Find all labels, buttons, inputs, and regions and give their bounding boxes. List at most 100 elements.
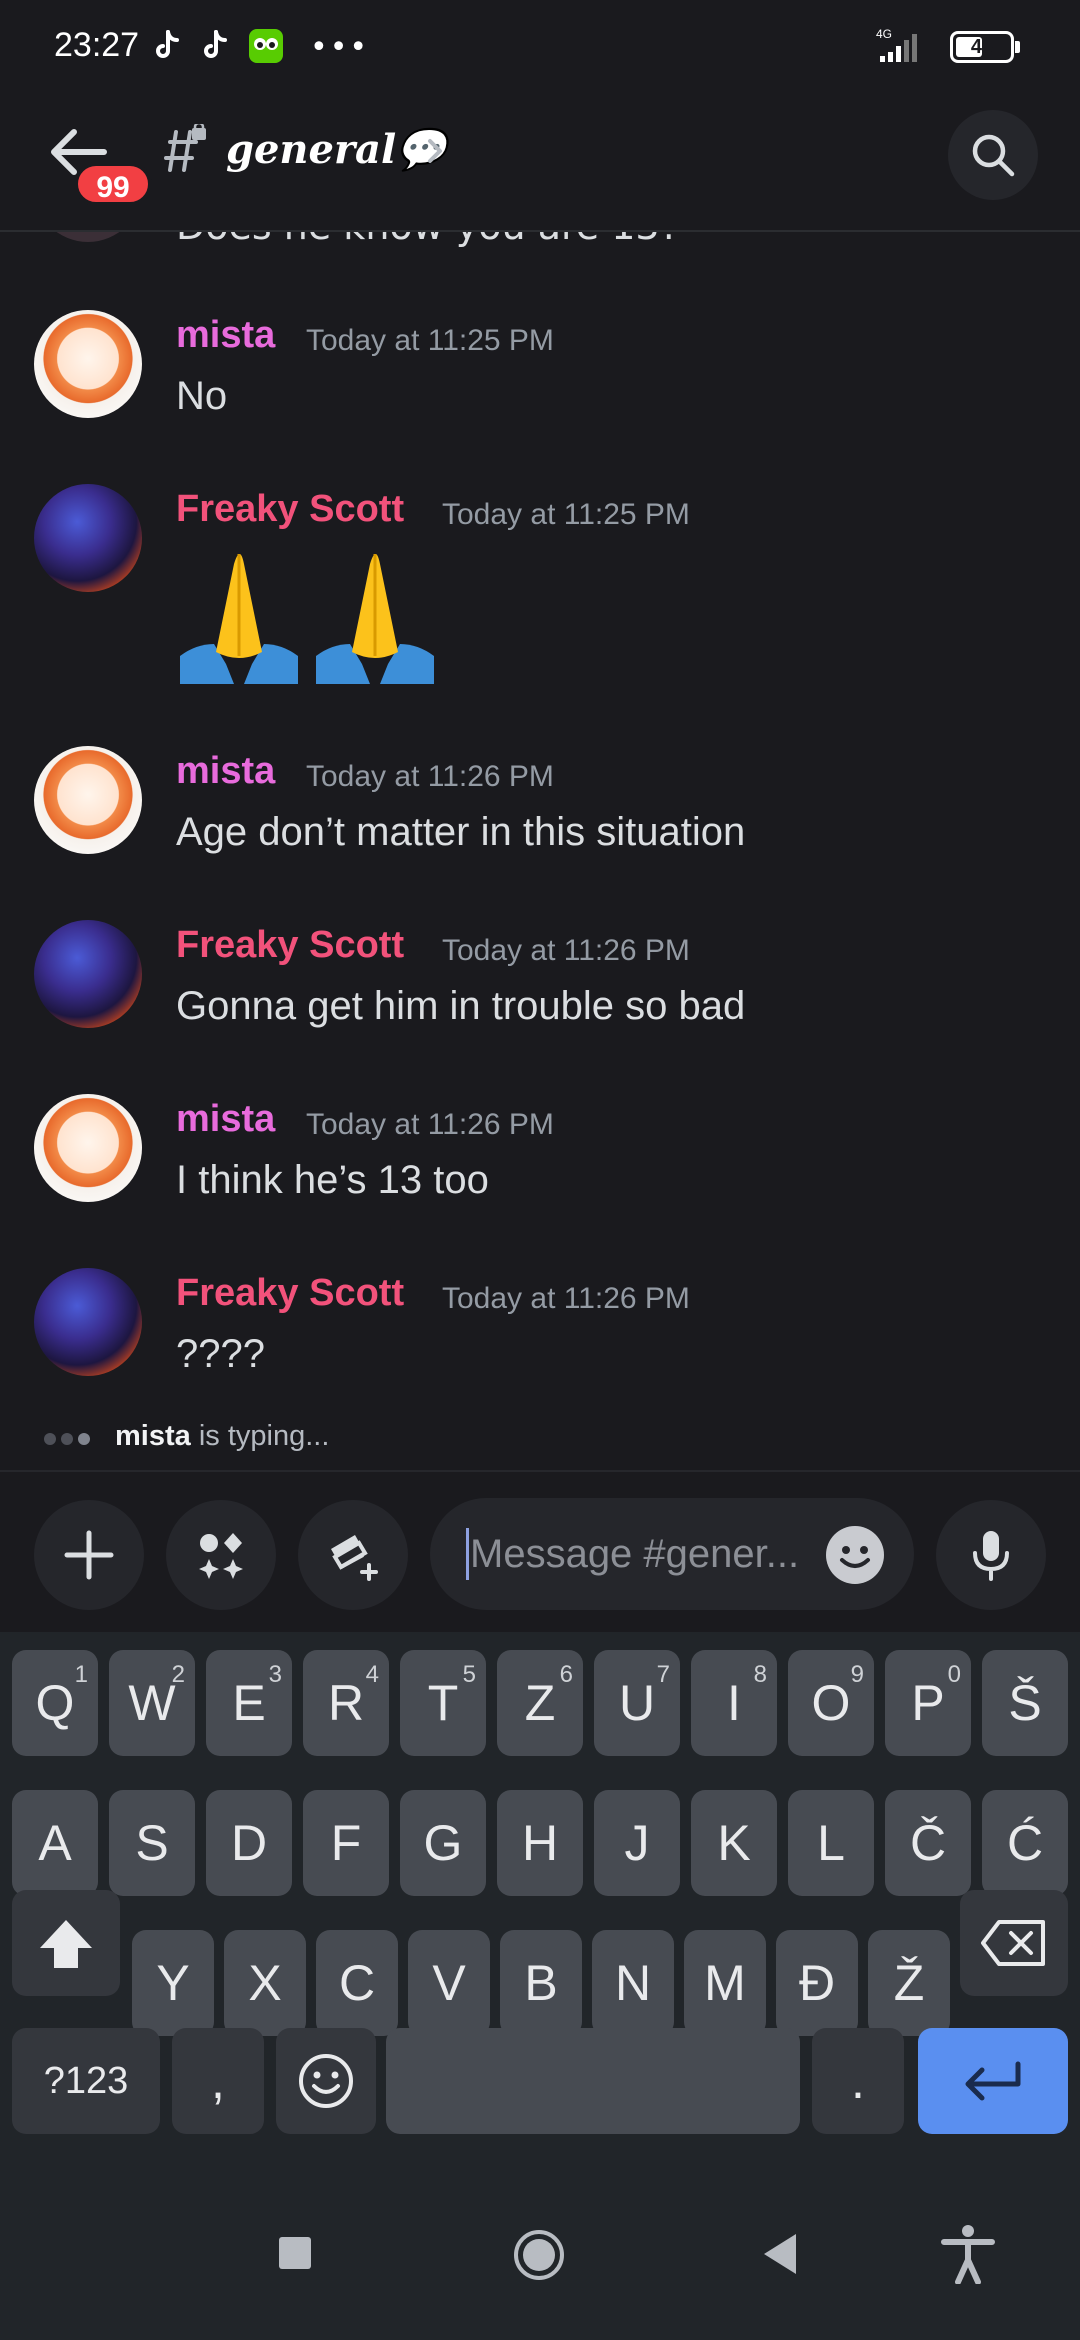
key-j[interactable]: J <box>594 1790 680 1896</box>
message-timestamp: Today at 11:26 PM <box>442 1282 690 1315</box>
key-d[interactable]: D <box>206 1790 292 1896</box>
emoji-button[interactable] <box>826 1526 884 1584</box>
message-timestamp: Today at 11:26 PM <box>306 1108 554 1141</box>
shift-key[interactable] <box>12 1890 120 1996</box>
key-ž[interactable]: Ž <box>868 1930 950 2036</box>
message-input[interactable]: Message #gener... <box>430 1498 914 1610</box>
message-timestamp: Today at 11:25 PM <box>306 324 554 357</box>
message-timestamp: Today at 11:26 PM <box>306 760 554 793</box>
space-key[interactable] <box>386 2028 800 2134</box>
avatar-freaky-scott[interactable] <box>34 484 142 592</box>
emoji-message <box>176 544 442 684</box>
network-type: 4G <box>876 27 892 41</box>
key-l[interactable]: L <box>788 1790 874 1896</box>
key-u[interactable]: U7 <box>594 1650 680 1756</box>
avatar-mista[interactable] <box>34 310 142 418</box>
key-m[interactable]: M <box>684 1930 766 2036</box>
avatar-mista[interactable] <box>34 1094 142 1202</box>
period-key[interactable]: . <box>812 2028 904 2134</box>
attach-button[interactable] <box>34 1500 144 1610</box>
enter-key[interactable] <box>918 2028 1068 2134</box>
message-text: Does he know you are 13? <box>176 232 680 248</box>
message-author[interactable]: Freaky Scott <box>176 924 404 967</box>
shift-icon <box>40 1920 92 1968</box>
key-z[interactable]: Z6 <box>497 1650 583 1756</box>
key-x[interactable]: X <box>224 1930 306 2036</box>
enter-icon <box>965 2061 1021 2101</box>
gift-button[interactable] <box>298 1500 408 1610</box>
message-placeholder: Message #gener... <box>470 1532 800 1576</box>
key-v[interactable]: V <box>408 1930 490 2036</box>
chevron-right-icon[interactable] <box>424 136 448 166</box>
key-w[interactable]: W2 <box>109 1650 195 1756</box>
key-k[interactable]: K <box>691 1790 777 1896</box>
typing-suffix: is typing... <box>190 1420 330 1452</box>
message-author[interactable]: Freaky Scott <box>176 488 404 531</box>
key-p[interactable]: P0 <box>885 1650 971 1756</box>
emoji-key[interactable] <box>276 2028 376 2134</box>
battery-level: 45 <box>970 36 994 58</box>
key-c[interactable]: C <box>316 1930 398 2036</box>
key-i[interactable]: I8 <box>691 1650 777 1756</box>
avatar-mista[interactable] <box>34 746 142 854</box>
battery-icon: 45 <box>950 31 1014 63</box>
comma-key[interactable]: , <box>172 2028 264 2134</box>
key-ć[interactable]: Ć <box>982 1790 1068 1896</box>
message-timestamp: Today at 11:25 PM <box>442 498 690 531</box>
key-b[interactable]: B <box>500 1930 582 2036</box>
channel-header: 99 general💬 <box>0 96 1080 232</box>
key-y[interactable]: Y <box>132 1930 214 2036</box>
apps-icon <box>199 1533 243 1579</box>
message-author[interactable]: Freaky Scott <box>176 1272 404 1315</box>
accessibility-icon[interactable] <box>940 2224 996 2284</box>
plus-icon <box>64 1530 114 1580</box>
search-button[interactable] <box>948 110 1038 200</box>
voice-button[interactable] <box>936 1500 1046 1610</box>
typing-user: mista <box>115 1420 191 1452</box>
message-text: Gonna get him in trouble so bad <box>176 984 746 1028</box>
gift-icon <box>331 1535 378 1581</box>
key-a[interactable]: A <box>12 1790 98 1896</box>
key-š[interactable]: Š <box>982 1650 1068 1756</box>
key-č[interactable]: Č <box>885 1790 971 1896</box>
tiktok-icon <box>156 30 179 58</box>
key-h[interactable]: H <box>497 1790 583 1896</box>
avatar-freaky-scott[interactable] <box>34 1268 142 1376</box>
channel-name[interactable]: general💬 <box>226 126 446 173</box>
message-author[interactable]: mista <box>176 314 275 357</box>
key-đ[interactable]: Đ <box>776 1930 858 2036</box>
key-s[interactable]: S <box>109 1790 195 1896</box>
locked-channel-hash-icon <box>164 124 206 172</box>
backspace-key[interactable] <box>960 1890 1068 1996</box>
key-g[interactable]: G <box>400 1790 486 1896</box>
signal-icon: 4G <box>876 27 917 62</box>
search-icon <box>972 134 1015 177</box>
back-nav-icon[interactable] <box>762 2232 798 2276</box>
home-icon[interactable] <box>512 2228 566 2282</box>
mic-icon <box>973 1531 1009 1581</box>
message-author[interactable]: mista <box>176 750 275 793</box>
key-q[interactable]: Q1 <box>12 1650 98 1756</box>
status-bar: 23:27 ••• 4G 45 <box>0 0 1080 96</box>
symbols-key[interactable]: ?123 <box>12 2028 160 2134</box>
message-timestamp: Today at 11:26 PM <box>442 934 690 967</box>
backspace-icon <box>981 1920 1045 1966</box>
typing-dots-icon <box>44 1420 95 1453</box>
key-t[interactable]: T5 <box>400 1650 486 1756</box>
avatar[interactable] <box>34 232 142 242</box>
folded-hands-emoji <box>180 554 434 684</box>
key-o[interactable]: O9 <box>788 1650 874 1756</box>
system-nav-bar <box>0 2196 1080 2340</box>
key-n[interactable]: N <box>592 1930 674 2036</box>
tiktok-icon <box>204 30 227 58</box>
message-text: Age don’t matter in this situation <box>176 810 746 854</box>
recents-icon[interactable] <box>278 2236 312 2270</box>
message-text: I think he’s 13 too <box>176 1158 489 1202</box>
message-author[interactable]: mista <box>176 1098 275 1141</box>
apps-button[interactable] <box>166 1500 276 1610</box>
message-list[interactable]: Does he know you are 13? mista Today at … <box>0 232 1080 1472</box>
key-e[interactable]: E3 <box>206 1650 292 1756</box>
key-r[interactable]: R4 <box>303 1650 389 1756</box>
avatar-freaky-scott[interactable] <box>34 920 142 1028</box>
key-f[interactable]: F <box>303 1790 389 1896</box>
